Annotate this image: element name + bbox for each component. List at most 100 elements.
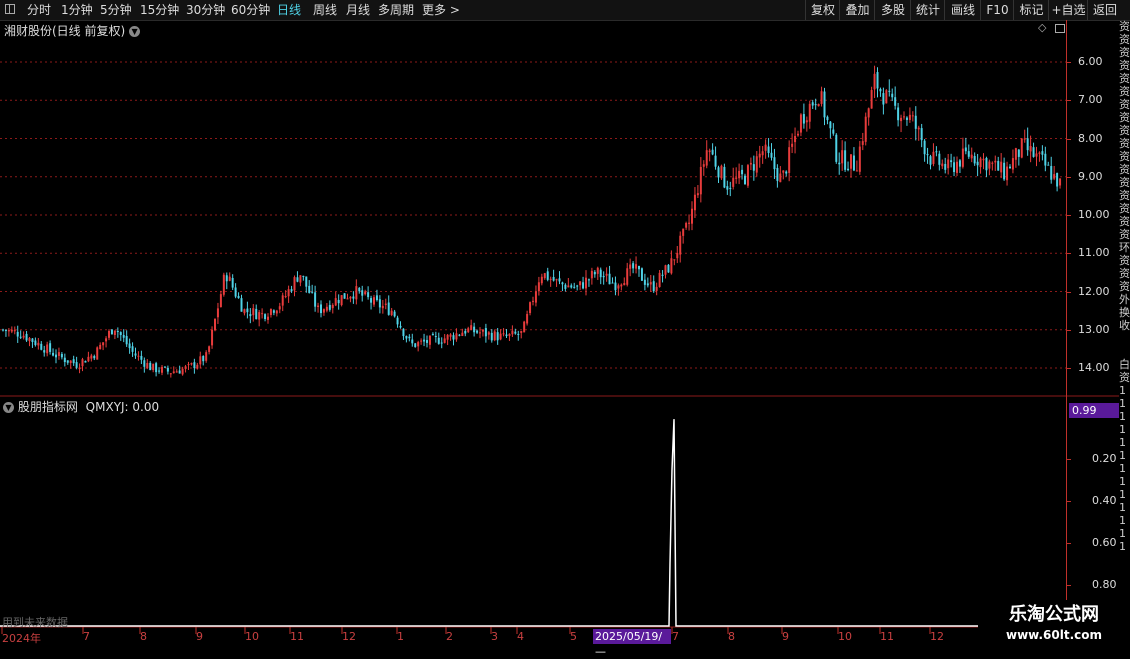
candle-up [941,163,944,167]
candle-up [605,273,608,276]
candle-up [461,332,464,337]
candle-up [1053,174,1056,179]
candle-down [894,97,897,106]
candle-up [278,306,281,310]
candle-up [532,300,534,302]
candle-up [596,267,599,274]
candle-down [343,293,346,299]
candle-up [761,151,764,156]
side-char: 1 [1119,410,1126,423]
indicator-value-badge: 0.99 [1069,403,1119,418]
candle-up [635,264,638,269]
candle-down [75,362,78,368]
candle-down [773,157,776,170]
candle-down [1044,153,1047,166]
indicator-y-tick-label: 0.80 [1092,578,1117,591]
candle-up [87,356,90,362]
candle-up [269,308,272,315]
candle-down [328,304,331,310]
candle-down [140,355,143,360]
side-char: 收 [1119,319,1130,332]
candle-down [958,160,961,167]
side-char: 1 [1119,475,1126,488]
candle-down [667,264,670,273]
candle-up [1059,178,1062,186]
side-char: 外 [1119,293,1130,306]
side-char: 1 [1119,488,1126,501]
x-tick-label: 11 [880,630,894,643]
candle-down [308,285,311,293]
candle-down [546,271,549,280]
candle-up [673,259,676,261]
candle-down [272,310,275,313]
side-info-strip: 资资资资资资资资资资资资资资资资资环资资资外换收 白资1111111111111 [1119,20,1130,630]
y-tick-label: 8.00 [1078,131,1103,145]
candle-up [1023,138,1026,140]
candle-down [476,330,479,333]
candle-down [640,268,643,281]
candle-up [749,162,752,165]
indicator-y-tick-label: 0.20 [1092,452,1117,465]
candle-up [455,333,458,340]
chevron-down-icon[interactable]: ▼ [3,402,14,413]
candle-down [408,336,411,339]
candle-up [537,282,540,292]
candle-down [314,292,317,307]
candle-up [791,143,794,147]
chart-canvas[interactable] [0,0,1130,650]
candle-up [649,282,652,285]
indicator-y-tick-mark [1066,459,1071,460]
candle-down [726,186,729,190]
candle-down [638,265,640,270]
candle-down [611,282,614,284]
candle-down [891,93,894,98]
candle-up [720,165,723,179]
candle-up [69,360,72,363]
candle-down [131,346,134,352]
future-data-note: 用到未来数据 [2,616,68,629]
candle-up [493,331,496,341]
candle-down [63,357,66,363]
candle-down [31,338,34,342]
candle-down [405,336,408,339]
side-char: 资 [1119,72,1130,85]
y-tick-label: 6.00 [1078,55,1103,68]
candle-up [1000,161,1003,173]
candle-down [935,151,938,153]
candle-down [490,332,493,341]
candle-up [758,153,761,158]
candle-up [738,170,741,179]
candle-down [55,354,57,358]
candle-up [1011,158,1014,170]
candle-up [57,352,60,356]
candle-down [879,89,882,92]
candle-down [119,332,122,335]
candle-down [926,154,929,156]
candle-up [623,283,626,286]
candle-up [779,173,782,183]
candle-up [187,364,190,366]
candle-down [847,168,850,171]
side-char: 资 [1119,111,1130,124]
candle-down [770,152,773,158]
candle-up [540,276,543,284]
candle-down [661,274,664,276]
indicator-title: ▼ 股朋指标网 QMXYJ: 0.00 [3,398,159,415]
side-char: 资 [1119,33,1130,46]
candle-up [317,305,320,308]
candle-up [885,90,888,104]
candle-down [110,329,113,335]
candle-up [956,161,958,173]
candle-down [950,160,953,163]
candle-down [852,155,855,171]
indicator-value: QMXYJ: 0.00 [85,400,160,414]
candle-up [487,332,490,335]
candle-up [693,194,696,211]
candle-down [361,290,364,296]
candle-down [411,339,414,344]
x-tick-label: 2 [446,630,453,643]
candle-up [470,325,473,330]
candle-up [258,312,261,320]
candle-up [626,268,629,285]
candle-down [505,334,508,337]
